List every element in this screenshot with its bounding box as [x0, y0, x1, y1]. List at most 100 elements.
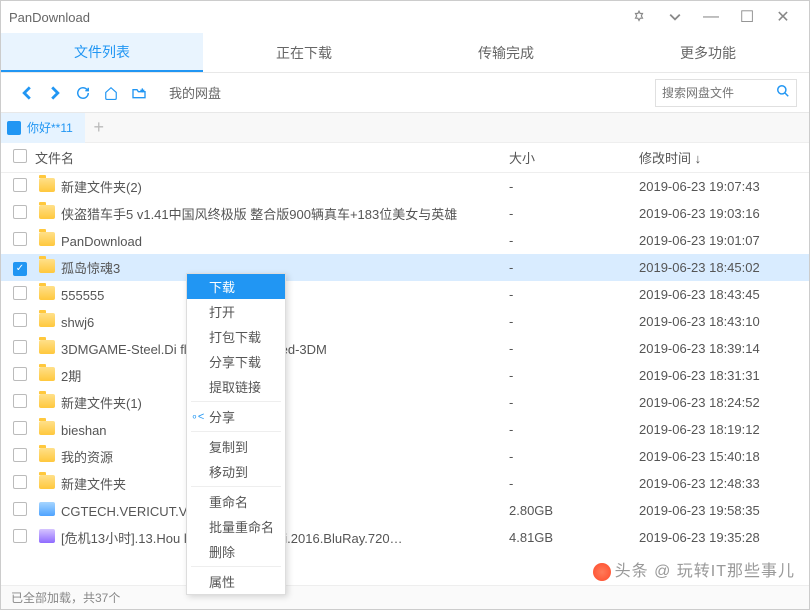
cm-pack-download[interactable]: 打包下载 [187, 324, 285, 349]
file-icon [39, 502, 55, 516]
cm-properties[interactable]: 属性 [187, 569, 285, 594]
row-checkbox[interactable] [13, 448, 27, 462]
search-icon[interactable] [776, 84, 790, 101]
folder-icon [39, 340, 55, 354]
table-row[interactable]: bieshan-2019-06-23 18:19:12 [1, 416, 809, 443]
row-checkbox[interactable] [13, 340, 27, 354]
file-time: 2019-06-23 19:01:07 [639, 233, 809, 248]
cm-extract-link[interactable]: 提取链接 [187, 374, 285, 399]
add-tab-button[interactable]: + [85, 117, 113, 138]
row-checkbox[interactable] [13, 313, 27, 327]
table-row[interactable]: PanDownload-2019-06-23 19:01:07 [1, 227, 809, 254]
tab-more[interactable]: 更多功能 [607, 33, 809, 72]
tab-file-list[interactable]: 文件列表 [1, 33, 203, 72]
cm-download[interactable]: 下载 [187, 274, 285, 299]
row-checkbox[interactable] [13, 502, 27, 516]
file-time: 2019-06-23 19:07:43 [639, 179, 809, 194]
table-row[interactable]: 新建文件夹(2)-2019-06-23 19:07:43 [1, 173, 809, 200]
table-row[interactable]: CGTECH.VERICUT.V DE.rar2.80GB2019-06-23 … [1, 497, 809, 524]
row-checkbox[interactable]: ✓ [13, 262, 27, 276]
file-time: 2019-06-23 18:45:02 [639, 260, 809, 275]
file-name: 新建文件夹(2) [35, 177, 509, 196]
file-name: PanDownload [35, 232, 509, 249]
cm-batch-rename[interactable]: 批量重命名 [187, 514, 285, 539]
folder-icon [39, 421, 55, 435]
dropdown-icon[interactable] [657, 5, 693, 29]
file-size: - [509, 179, 639, 194]
row-checkbox[interactable] [13, 394, 27, 408]
main-tabs: 文件列表 正在下载 传输完成 更多功能 [1, 33, 809, 73]
col-size[interactable]: 大小 [509, 148, 639, 167]
cm-separator [191, 431, 281, 432]
table-row[interactable]: 3DMGAME-Steel.Di flict.Edition.Cracked-3… [1, 335, 809, 362]
row-checkbox[interactable] [13, 286, 27, 300]
nav-forward-icon[interactable] [41, 79, 69, 107]
table-row[interactable]: 新建文件夹(1)-2019-06-23 18:24:52 [1, 389, 809, 416]
cm-share-download[interactable]: 分享下载 [187, 349, 285, 374]
file-size: - [509, 314, 639, 329]
folder-icon [39, 448, 55, 462]
folder-icon [39, 232, 55, 246]
home-icon[interactable] [97, 79, 125, 107]
file-time: 2019-06-23 15:40:18 [639, 449, 809, 464]
table-row[interactable]: 2期-2019-06-23 18:31:31 [1, 362, 809, 389]
folder-icon [39, 394, 55, 408]
col-name[interactable]: 文件名 [35, 148, 509, 167]
row-checkbox[interactable] [13, 475, 27, 489]
folder-icon [39, 259, 55, 273]
tab-completed[interactable]: 传输完成 [405, 33, 607, 72]
select-all-checkbox[interactable] [13, 149, 27, 163]
settings-icon[interactable] [621, 5, 657, 29]
row-checkbox[interactable] [13, 205, 27, 219]
table-row[interactable]: 侠盗猎车手5 v1.41中国风终极版 整合版900辆真车+183位美女与英雄-2… [1, 200, 809, 227]
cm-separator [191, 401, 281, 402]
new-folder-icon[interactable] [125, 79, 153, 107]
minimize-button[interactable]: — [693, 5, 729, 29]
cm-move-to[interactable]: 移动到 [187, 459, 285, 484]
refresh-icon[interactable] [69, 79, 97, 107]
cm-rename[interactable]: 重命名 [187, 489, 285, 514]
table-row[interactable]: 我的资源-2019-06-23 15:40:18 [1, 443, 809, 470]
row-checkbox[interactable] [13, 367, 27, 381]
user-tab[interactable]: 你好**11 [1, 113, 85, 143]
file-time: 2019-06-23 18:39:14 [639, 341, 809, 356]
maximize-button[interactable]: ☐ [729, 5, 765, 29]
table-row[interactable]: ✓孤岛惊魂3-2019-06-23 18:45:02 [1, 254, 809, 281]
file-size: - [509, 233, 639, 248]
toolbar: 我的网盘 [1, 73, 809, 113]
file-time: 2019-06-23 18:19:12 [639, 422, 809, 437]
search-input[interactable] [662, 86, 772, 100]
file-time: 2019-06-23 12:48:33 [639, 476, 809, 491]
cm-open[interactable]: 打开 [187, 299, 285, 324]
breadcrumb[interactable]: 我的网盘 [169, 83, 655, 102]
row-checkbox[interactable] [13, 232, 27, 246]
tab-downloading[interactable]: 正在下载 [203, 33, 405, 72]
status-text: 已全部加载，共37个 [11, 589, 120, 606]
row-checkbox[interactable] [13, 529, 27, 543]
search-box [655, 79, 797, 107]
close-button[interactable]: ✕ [765, 5, 801, 29]
table-row[interactable]: shwj6-2019-06-23 18:43:10 [1, 308, 809, 335]
watermark: 头条 @ 玩转IT那些事儿 [593, 557, 795, 581]
table-row[interactable]: 555555-2019-06-23 18:43:45 [1, 281, 809, 308]
file-size: - [509, 287, 639, 302]
table-row[interactable]: [危机13小时].13.Hou ldiers.of.Benghazi.2016.… [1, 524, 809, 551]
col-time[interactable]: 修改时间 ↓ [639, 148, 809, 167]
cm-copy-to[interactable]: 复制到 [187, 434, 285, 459]
file-size: 2.80GB [509, 503, 639, 518]
cm-share[interactable]: ∘<分享 [187, 404, 285, 429]
file-size: - [509, 395, 639, 410]
folder-icon [39, 367, 55, 381]
share-icon: ∘< [191, 410, 204, 423]
row-checkbox[interactable] [13, 421, 27, 435]
file-time: 2019-06-23 18:43:10 [639, 314, 809, 329]
table-row[interactable]: 新建文件夹-2019-06-23 12:48:33 [1, 470, 809, 497]
file-icon [39, 529, 55, 543]
row-checkbox[interactable] [13, 178, 27, 192]
file-size: - [509, 260, 639, 275]
nav-back-icon[interactable] [13, 79, 41, 107]
cm-delete[interactable]: 删除 [187, 539, 285, 564]
avatar-icon [7, 121, 21, 135]
folder-icon [39, 205, 55, 219]
file-size: - [509, 449, 639, 464]
